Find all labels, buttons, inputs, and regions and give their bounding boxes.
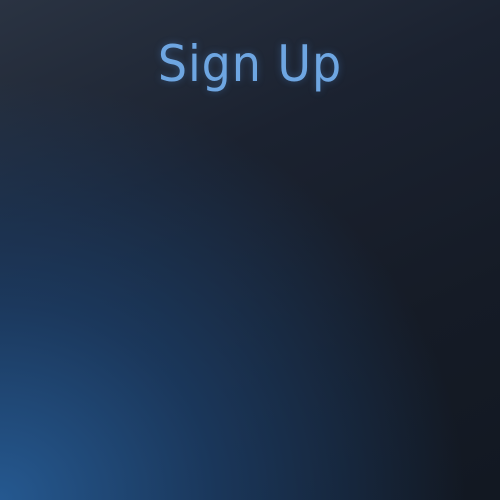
- page-title: Sign Up: [157, 35, 343, 93]
- sign-up-screen: Sign Up: [0, 0, 500, 500]
